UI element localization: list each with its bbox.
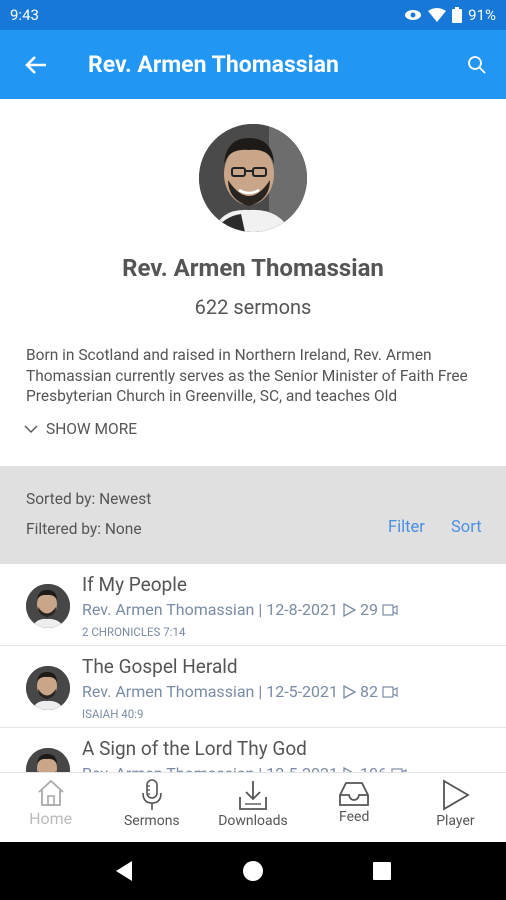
sort-button[interactable]: Sort — [451, 518, 482, 537]
sermon-meta: Rev. Armen Thomassian | 12-5-2021 82 — [82, 682, 398, 701]
avatar — [26, 666, 70, 710]
home-icon — [37, 779, 64, 806]
bottom-navigation: Home Sermons Downloads Feed Player — [0, 772, 506, 842]
play-outline-icon — [343, 684, 357, 699]
system-home-icon[interactable] — [241, 859, 265, 883]
sermon-count: 622 sermons — [194, 295, 312, 319]
page-title: Rev. Armen Thomassian — [88, 51, 339, 78]
speaker-name: Rev. Armen Thomassian — [122, 254, 384, 282]
sermon-list: If My People Rev. Armen Thomassian | 12-… — [0, 564, 506, 772]
sort-filter-bar: Sorted by: Newest Filtered by: None Filt… — [0, 466, 506, 564]
nav-home-label: Home — [29, 809, 73, 828]
nav-sermons[interactable]: Sermons — [101, 773, 202, 842]
sermon-title: If My People — [82, 573, 187, 596]
speaker-avatar — [199, 124, 307, 232]
play-icon — [443, 779, 471, 811]
scripture-reference: ISAIAH 40:9 — [82, 707, 144, 721]
arrow-left-icon — [25, 55, 46, 74]
nav-player[interactable]: Player — [405, 773, 506, 842]
nav-player-label: Player — [436, 813, 475, 829]
status-bar: 9:43 91% — [0, 0, 506, 30]
nav-sermons-label: Sermons — [123, 813, 180, 829]
avatar — [26, 584, 70, 628]
nav-feed-label: Feed — [339, 809, 370, 825]
nav-downloads[interactable]: Downloads — [202, 773, 303, 842]
scripture-reference: 2 CHRONICLES 7:14 — [82, 625, 186, 639]
speaker-bio: Born in Scotland and raised in Northern … — [26, 346, 468, 405]
show-more-label: SHOW MORE — [46, 420, 138, 438]
sermon-speaker-date: Rev. Armen Thomassian | 12-8-2021 — [82, 600, 339, 619]
play-outline-icon — [343, 602, 357, 617]
sermon-speaker-date: Rev. Armen Thomassian | 12-5-2021 — [82, 764, 338, 772]
filtered-by-label: Filtered by: None — [26, 520, 142, 538]
battery-icon — [452, 7, 463, 23]
sermon-title: The Gospel Herald — [82, 655, 238, 678]
nav-home[interactable]: Home — [0, 773, 101, 842]
avatar — [26, 748, 70, 772]
system-back-icon[interactable] — [114, 860, 134, 882]
battery-level: 91% — [468, 6, 496, 24]
sermon-meta: Rev. Armen Thomassian | 12-8-2021 29 — [82, 600, 398, 619]
video-icon — [382, 603, 398, 616]
sermon-meta: Rev. Armen Thomassian | 12-5-2021 106 — [82, 764, 407, 772]
sorted-by-label: Sorted by: Newest — [26, 490, 152, 508]
inbox-icon — [339, 782, 370, 806]
play-count: 106 — [360, 764, 387, 772]
show-more-button[interactable]: SHOW MORE — [24, 420, 137, 438]
chevron-down-icon — [24, 425, 38, 433]
video-icon — [382, 685, 398, 698]
nav-downloads-label: Downloads — [218, 813, 288, 829]
system-navigation-bar — [0, 842, 506, 900]
sermon-row[interactable]: The Gospel Herald Rev. Armen Thomassian … — [0, 646, 506, 728]
filter-button[interactable]: Filter — [388, 518, 425, 537]
back-button[interactable] — [0, 30, 72, 99]
wifi-icon — [428, 8, 447, 22]
system-recents-icon[interactable] — [372, 861, 392, 881]
download-icon — [239, 781, 267, 810]
sermon-row[interactable]: A Sign of the Lord Thy God Rev. Armen Th… — [0, 728, 506, 772]
status-time: 9:43 — [10, 6, 39, 24]
sermon-title: A Sign of the Lord Thy God — [82, 737, 307, 760]
sermon-row[interactable]: If My People Rev. Armen Thomassian | 12-… — [0, 564, 506, 646]
search-icon — [467, 56, 486, 74]
microphone-icon — [141, 779, 162, 810]
play-count: 82 — [360, 682, 378, 701]
play-count: 29 — [360, 600, 378, 619]
search-button[interactable] — [446, 30, 506, 99]
speaker-profile: Rev. Armen Thomassian 622 sermons Born i… — [0, 99, 506, 466]
nav-feed[interactable]: Feed — [304, 773, 405, 842]
sermon-speaker-date: Rev. Armen Thomassian | 12-5-2021 — [82, 682, 339, 701]
app-bar: Rev. Armen Thomassian — [0, 30, 506, 99]
eye-icon — [405, 10, 422, 20]
